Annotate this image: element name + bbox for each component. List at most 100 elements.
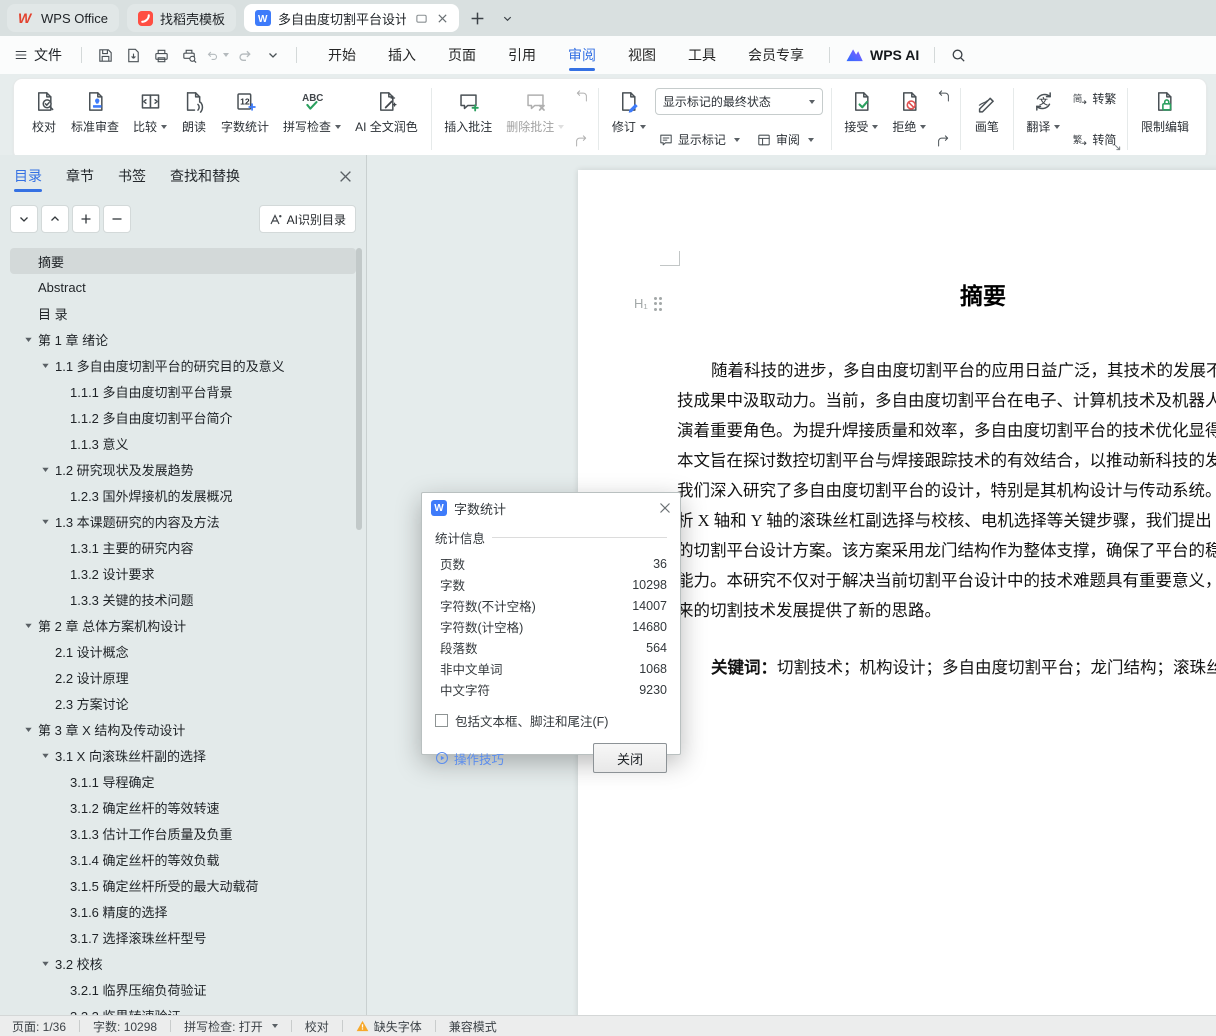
redo-button[interactable] — [233, 43, 257, 67]
toc-item[interactable]: 目 录 — [10, 300, 356, 326]
delete-comment-button[interactable]: 删除批注 — [499, 84, 571, 154]
expand-arrow-icon[interactable] — [24, 621, 33, 630]
reject-change-button[interactable]: 拒绝 — [885, 84, 933, 154]
toc-item[interactable]: 第 3 章 X 结构及传动设计 — [10, 716, 356, 742]
tab-docer[interactable]: 找稻壳模板 — [126, 4, 236, 32]
sidebar-tab-1[interactable]: 章节 — [66, 155, 94, 197]
sidebar-tab-2[interactable]: 书签 — [118, 155, 146, 197]
search-button[interactable] — [946, 43, 970, 67]
compare-button[interactable]: 比较 — [126, 84, 174, 154]
expand-down-button[interactable] — [10, 205, 38, 233]
status-item-2[interactable]: 拼写检查: 打开 — [171, 1018, 291, 1035]
toc-item[interactable]: 3.2 校核 — [10, 950, 356, 976]
markup-state-dropdown[interactable]: 显示标记的最终状态 — [654, 88, 823, 115]
export-pdf-button[interactable] — [121, 43, 145, 67]
toc-item[interactable]: 1.1 多自由度切割平台的研究目的及意义 — [10, 352, 356, 378]
expand-arrow-icon[interactable] — [24, 335, 33, 344]
toc-item[interactable]: 3.1.3 估计工作台质量及负重 — [10, 820, 356, 846]
show-markup-button[interactable]: 显示标记 — [655, 129, 743, 150]
expand-all-button[interactable] — [72, 205, 100, 233]
word-count-button[interactable]: 12 字数统计 — [214, 84, 276, 154]
next-comment-button[interactable] — [573, 133, 590, 150]
toc-item[interactable]: 1.3.3 关键的技术问题 — [10, 586, 356, 612]
close-button[interactable]: 关闭 — [593, 743, 667, 773]
toc-item[interactable]: Abstract — [10, 274, 356, 300]
menu-tab-5[interactable]: 视图 — [612, 36, 672, 74]
expand-dialog-icon[interactable] — [1113, 143, 1123, 153]
menu-tab-4[interactable]: 审阅 — [552, 36, 612, 74]
toc-item[interactable]: 3.2.1 临界压缩负荷验证 — [10, 976, 356, 1002]
menu-tab-7[interactable]: 会员专享 — [732, 36, 820, 74]
toc-item[interactable]: 1.3 本课题研究的内容及方法 — [10, 508, 356, 534]
menu-tab-2[interactable]: 页面 — [432, 36, 492, 74]
toc-item[interactable]: 3.1.4 确定丝杆的等效负载 — [10, 846, 356, 872]
review-pane-button[interactable]: 审阅 — [753, 129, 817, 150]
status-item-5[interactable]: 兼容模式 — [436, 1018, 510, 1035]
collapse-all-button[interactable] — [103, 205, 131, 233]
float-window-icon[interactable] — [415, 12, 428, 25]
expand-arrow-icon[interactable] — [41, 959, 50, 968]
expand-arrow-icon[interactable] — [41, 517, 50, 526]
expand-arrow-icon[interactable] — [41, 751, 50, 760]
toc-item[interactable]: 3.1.7 选择滚珠丝杆型号 — [10, 924, 356, 950]
menu-tab-3[interactable]: 引用 — [492, 36, 552, 74]
ai-recognize-toc-button[interactable]: AI识别目录 — [258, 205, 356, 233]
expand-arrow-icon[interactable] — [41, 361, 50, 370]
traditional-to-simplified-button[interactable]: 繁转简 — [1069, 129, 1119, 150]
file-menu-button[interactable]: 文件 — [14, 45, 62, 65]
close-sidebar-icon[interactable] — [339, 170, 352, 183]
status-item-3[interactable]: 校对 — [292, 1018, 342, 1035]
dialog-close-icon[interactable] — [659, 502, 671, 514]
next-change-button[interactable] — [935, 133, 952, 150]
translate-button[interactable]: 文翻译 — [1019, 84, 1067, 154]
include-footnotes-option[interactable]: 包括文本框、脚注和尾注(F) — [435, 711, 667, 730]
include-footnotes-checkbox[interactable] — [435, 714, 448, 727]
track-changes-button[interactable]: 修订 — [605, 84, 653, 154]
toc-item[interactable]: 3.1.2 确定丝杆的等效转速 — [10, 794, 356, 820]
proofread-button[interactable]: 校对 — [24, 84, 64, 154]
collapse-up-button[interactable] — [41, 205, 69, 233]
wps-ai-button[interactable]: WPS AI — [839, 47, 925, 63]
previous-change-button[interactable] — [935, 88, 952, 105]
toc-item[interactable]: 3.2.2 临界转速验证 — [10, 1002, 356, 1016]
insert-comment-button[interactable]: 插入批注 — [437, 84, 499, 154]
tab-wps-home[interactable]: W WPS Office — [7, 4, 119, 32]
toc-item[interactable]: 3.1.1 导程确定 — [10, 768, 356, 794]
sidebar-scrollbar[interactable] — [356, 248, 362, 530]
toc-item[interactable]: 2.3 方案讨论 — [10, 690, 356, 716]
toc-item[interactable]: 1.1.1 多自由度切割平台背景 — [10, 378, 356, 404]
restrict-editing-button[interactable]: 限制编辑 — [1134, 84, 1196, 154]
previous-comment-button[interactable] — [573, 88, 590, 105]
status-item-4[interactable]: 缺失字体 — [343, 1018, 435, 1035]
toc-item[interactable]: 3.1.5 确定丝杆所受的最大动载荷 — [10, 872, 356, 898]
toc-item[interactable]: 1.2.3 国外焊接机的发展概况 — [10, 482, 356, 508]
tab-document[interactable]: W 多自由度切割平台设计 说明书 — [243, 4, 459, 32]
undo-button[interactable] — [205, 43, 229, 67]
expand-arrow-icon[interactable] — [24, 725, 33, 734]
spell-check-button[interactable]: ABC 拼写检查 — [276, 84, 348, 154]
sidebar-tab-0[interactable]: 目录 — [14, 155, 42, 197]
print-button[interactable] — [149, 43, 173, 67]
drag-handle-icon[interactable] — [653, 296, 663, 311]
toc-item[interactable]: 摘要 — [10, 248, 356, 274]
ai-polish-button[interactable]: AI 全文润色 — [348, 84, 425, 154]
status-item-1[interactable]: 字数: 10298 — [80, 1018, 170, 1035]
close-tab-icon[interactable] — [437, 13, 448, 24]
accept-change-button[interactable]: 接受 — [837, 84, 885, 154]
toc-item[interactable]: 2.2 设计原理 — [10, 664, 356, 690]
toc-item[interactable]: 1.3.1 主要的研究内容 — [10, 534, 356, 560]
tab-list-button[interactable] — [497, 7, 519, 29]
toc-item[interactable]: 2.1 设计概念 — [10, 638, 356, 664]
toc-item[interactable]: 1.2 研究现状及发展趋势 — [10, 456, 356, 482]
toc-item[interactable]: 第 2 章 总体方案机构设计 — [10, 612, 356, 638]
dialog-title-bar[interactable]: W 字数统计 — [422, 493, 680, 523]
menu-tab-6[interactable]: 工具 — [672, 36, 732, 74]
new-tab-button[interactable] — [467, 7, 489, 29]
standard-review-button[interactable]: 标准审查 — [64, 84, 126, 154]
toc-item[interactable]: 第 1 章 绪论 — [10, 326, 356, 352]
menu-tab-1[interactable]: 插入 — [372, 36, 432, 74]
toc-item[interactable]: 1.3.2 设计要求 — [10, 560, 356, 586]
save-button[interactable] — [93, 43, 117, 67]
expand-arrow-icon[interactable] — [41, 465, 50, 474]
menu-tab-0[interactable]: 开始 — [312, 36, 372, 74]
